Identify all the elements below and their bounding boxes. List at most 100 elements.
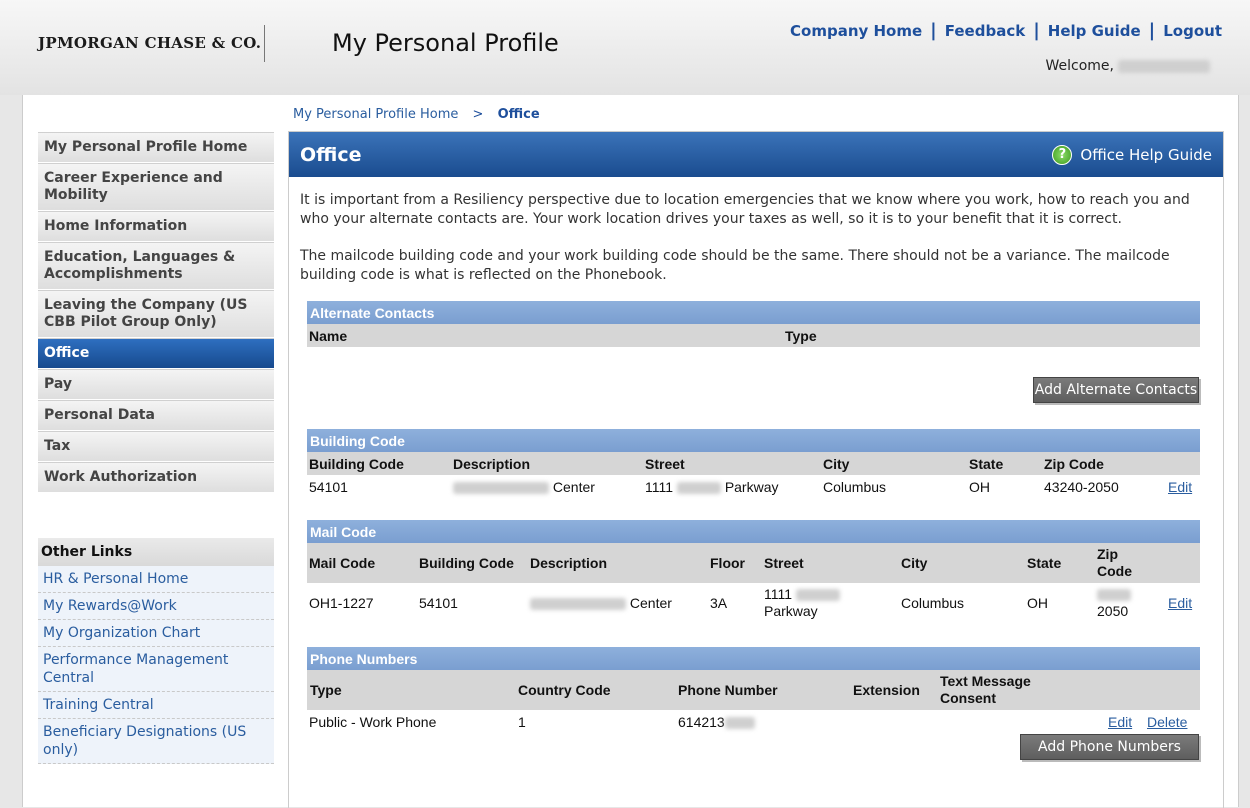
sidebar-item-tax[interactable]: Tax: [38, 431, 274, 462]
description-suffix: Center: [552, 479, 595, 495]
col-type: Type: [310, 682, 342, 698]
col-floor: Floor: [710, 555, 745, 571]
add-phone-numbers-button[interactable]: Add Phone Numbers: [1020, 734, 1199, 760]
zip-suffix: 2050: [1097, 603, 1129, 619]
main-frame: My Personal Profile Home > Office My Per…: [22, 95, 1239, 808]
page-title: My Personal Profile: [332, 29, 559, 57]
header-divider: [264, 25, 265, 62]
redacted-user-name: [1118, 59, 1210, 73]
link-separator: |: [930, 20, 937, 41]
welcome-message: Welcome,: [1045, 58, 1210, 74]
col-name: Name: [309, 328, 348, 344]
street-suffix: Parkway: [764, 603, 818, 619]
other-link-beneficiary[interactable]: Beneficiary Designations (US only): [38, 719, 274, 764]
add-alternate-contacts-button[interactable]: Add Alternate Contacts: [1033, 377, 1199, 403]
country-code-value: 1: [518, 714, 526, 730]
mail-code-header-row: Mail Code Building Code Description Floo…: [307, 543, 1200, 583]
redacted-description: [530, 598, 626, 611]
alternate-contacts-section: Alternate Contacts Name Type: [307, 301, 1200, 347]
zip-value: 2050: [1097, 586, 1131, 620]
other-link-performance[interactable]: Performance Management Central: [38, 647, 274, 692]
col-state: State: [969, 456, 1004, 472]
welcome-label: Welcome,: [1045, 58, 1115, 74]
building-code-value: 54101: [419, 595, 458, 611]
mail-code-section: Mail Code Mail Code Building Code Descri…: [307, 520, 1200, 623]
sidebar-item-pay[interactable]: Pay: [38, 369, 274, 400]
street-value: 1111 Parkway: [645, 479, 779, 495]
other-links-title: Other Links: [38, 538, 274, 566]
street-prefix: 1111: [764, 586, 793, 602]
sidebar-item-leaving-company[interactable]: Leaving the Company (US CBB Pilot Group …: [38, 290, 274, 338]
help-question-icon: ?: [1052, 144, 1073, 165]
office-help-guide-label: Office Help Guide: [1080, 145, 1212, 164]
city-value: Columbus: [823, 479, 887, 495]
top-links: Company Home | Feedback | Help Guide | L…: [790, 20, 1222, 41]
other-link-hr-home[interactable]: HR & Personal Home: [38, 566, 274, 593]
phone-numbers-section: Phone Numbers Type Country Code Phone Nu…: [307, 647, 1200, 734]
building-code-title: Building Code: [307, 429, 1200, 452]
sidebar-nav: My Personal Profile Home Career Experien…: [38, 132, 274, 493]
col-phone-number: Phone Number: [678, 682, 778, 698]
office-panel: Office ? Office Help Guide It is importa…: [288, 131, 1224, 808]
link-separator: |: [1033, 20, 1040, 41]
breadcrumb-separator: >: [472, 107, 484, 122]
col-text-message-consent: Text Message Consent: [940, 673, 1031, 706]
redacted-phone: [724, 717, 755, 730]
col-city: City: [823, 456, 850, 472]
phone-prefix: 614213: [678, 714, 725, 730]
sidebar-item-profile-home[interactable]: My Personal Profile Home: [38, 132, 274, 163]
col-building-code: Building Code: [309, 456, 404, 472]
phone-type-value: Public - Work Phone: [309, 714, 437, 730]
table-row: Public - Work Phone 1 614213 Edit Delete: [307, 710, 1200, 734]
sidebar-item-office[interactable]: Office: [38, 338, 274, 369]
mailcode-intro-text: The mailcode building code and your work…: [300, 248, 1170, 283]
table-row: OH1-1227 54101 Center 3A 1111 Parkway Co…: [307, 583, 1200, 623]
zip-value: 43240-2050: [1044, 479, 1119, 495]
feedback-link[interactable]: Feedback: [945, 22, 1025, 40]
description-suffix: Center: [629, 595, 672, 611]
sidebar-item-career-experience[interactable]: Career Experience and Mobility: [38, 163, 274, 211]
sidebar-item-work-authorization[interactable]: Work Authorization: [38, 462, 274, 493]
other-link-org-chart[interactable]: My Organization Chart: [38, 620, 274, 647]
mail-code-value: OH1-1227: [309, 595, 374, 611]
col-city: City: [901, 555, 928, 571]
edit-building-code-link[interactable]: Edit: [1168, 479, 1192, 495]
sidebar-item-home-information[interactable]: Home Information: [38, 211, 274, 242]
edit-phone-link[interactable]: Edit: [1108, 714, 1132, 730]
office-help-guide-link[interactable]: ? Office Help Guide: [1052, 144, 1212, 165]
redacted-description: [453, 482, 549, 495]
col-extension: Extension: [853, 682, 920, 698]
street-suffix: Parkway: [724, 479, 779, 495]
breadcrumb-home-link[interactable]: My Personal Profile Home: [293, 107, 458, 122]
edit-mail-code-link[interactable]: Edit: [1168, 595, 1192, 611]
alternate-contacts-title: Alternate Contacts: [307, 301, 1200, 324]
page-header: JPMORGAN CHASE & CO. My Personal Profile…: [0, 0, 1250, 95]
table-row: 54101 Center 1111 Parkway Columbus OH 43…: [307, 475, 1200, 499]
redacted-street: [676, 482, 721, 495]
alternate-contacts-header-row: Name Type: [307, 324, 1200, 347]
street-prefix: 1111: [645, 479, 674, 495]
office-title-bar: Office ? Office Help Guide: [289, 132, 1223, 177]
city-value: Columbus: [901, 595, 965, 611]
other-link-training[interactable]: Training Central: [38, 692, 274, 719]
other-link-rewards[interactable]: My Rewards@Work: [38, 593, 274, 620]
delete-phone-link[interactable]: Delete: [1147, 714, 1187, 730]
building-code-header-row: Building Code Description Street City St…: [307, 452, 1200, 475]
col-country-code: Country Code: [518, 682, 611, 698]
logout-link[interactable]: Logout: [1163, 22, 1222, 40]
building-code-value: 54101: [309, 479, 348, 495]
resiliency-intro-text: It is important from a Resiliency perspe…: [300, 192, 1190, 227]
phone-number-value: 614213: [678, 714, 755, 730]
col-zip-code: Zip Code: [1097, 546, 1132, 579]
phone-numbers-title: Phone Numbers: [307, 647, 1200, 670]
help-guide-link[interactable]: Help Guide: [1048, 22, 1141, 40]
breadcrumb: My Personal Profile Home > Office: [293, 107, 540, 122]
sidebar-item-education[interactable]: Education, Languages & Accomplishments: [38, 242, 274, 290]
col-description: Description: [530, 555, 608, 571]
mail-code-title: Mail Code: [307, 520, 1200, 543]
description-value: Center: [530, 595, 672, 611]
col-zip-code: Zip Code: [1044, 456, 1104, 472]
company-home-link[interactable]: Company Home: [790, 22, 922, 40]
sidebar-item-personal-data[interactable]: Personal Data: [38, 400, 274, 431]
col-street: Street: [645, 456, 685, 472]
